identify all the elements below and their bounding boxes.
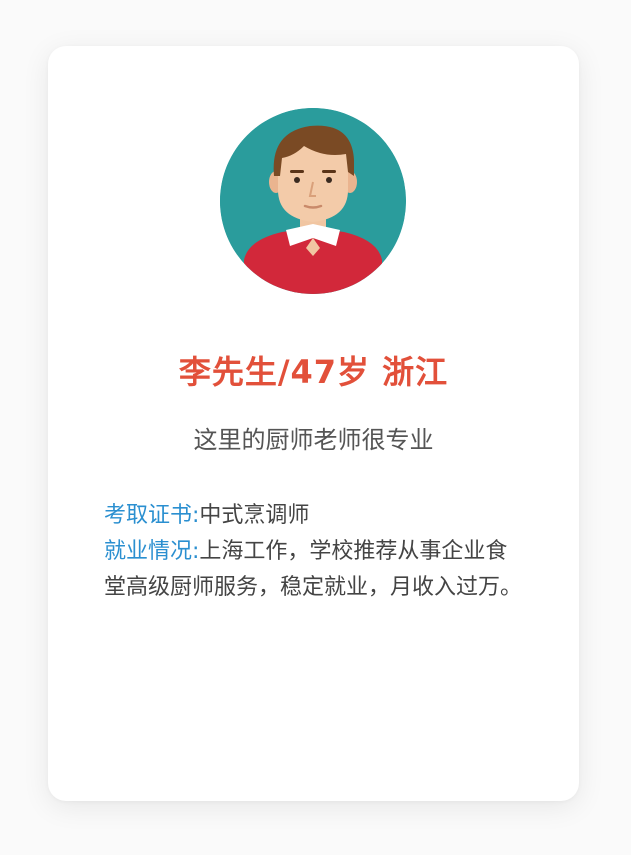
testimonial-card: 李先生/47岁 浙江 这里的厨师老师很专业 考取证书:中式烹调师 就业情况:上海… bbox=[48, 46, 579, 801]
person-name-age-location: 李先生/47岁 浙江 bbox=[178, 353, 449, 391]
certificate-row: 考取证书:中式烹调师 bbox=[104, 498, 524, 534]
avatar bbox=[220, 108, 406, 294]
info-block: 考取证书:中式烹调师 就业情况:上海工作，学校推荐从事企业食堂高级厨师服务，稳定… bbox=[104, 498, 524, 606]
employment-row: 就业情况:上海工作，学校推荐从事企业食堂高级厨师服务，稳定就业，月收入过万。 bbox=[104, 534, 524, 606]
employment-label: 就业情况: bbox=[104, 539, 200, 564]
testimonial-quote: 这里的厨师老师很专业 bbox=[193, 426, 434, 454]
male-avatar-icon bbox=[220, 108, 406, 294]
certificate-value: 中式烹调师 bbox=[199, 503, 310, 528]
certificate-label: 考取证书: bbox=[104, 503, 200, 528]
